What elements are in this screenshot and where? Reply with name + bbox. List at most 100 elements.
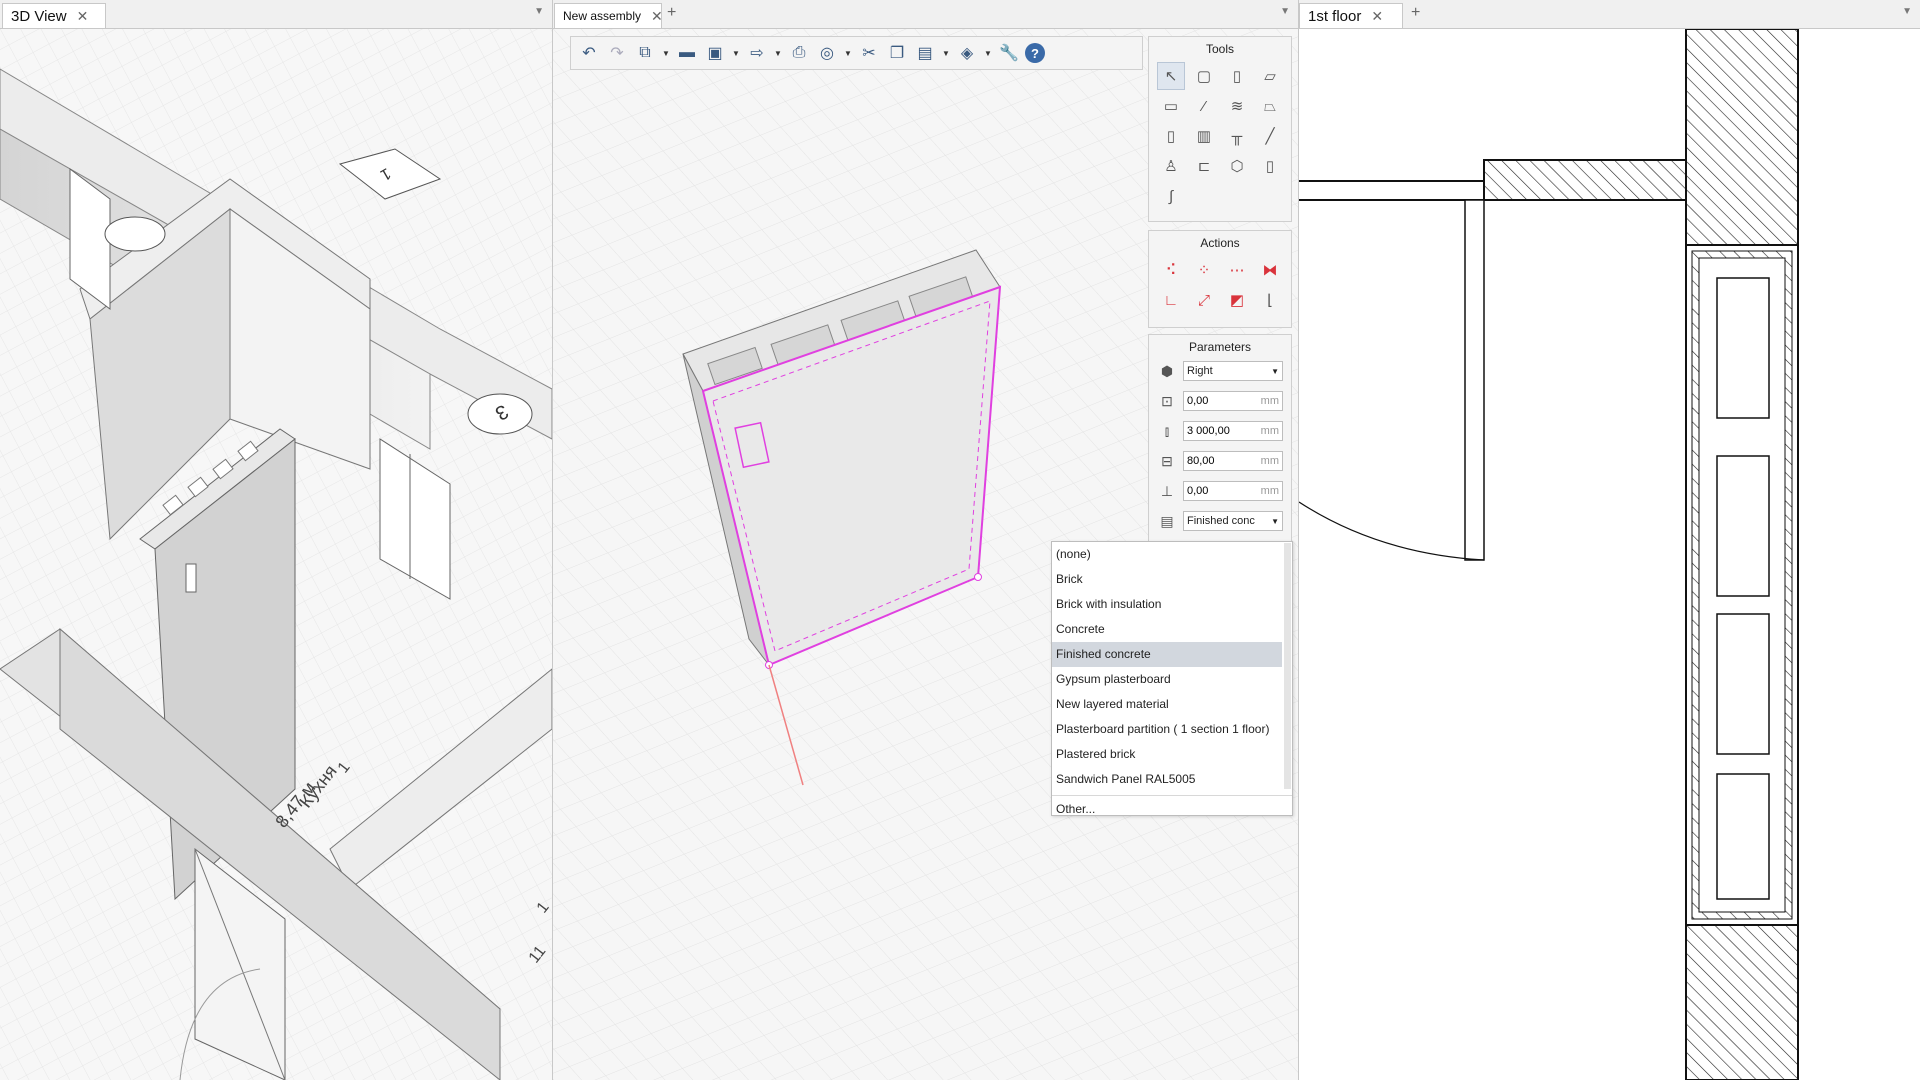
spline-icon[interactable]: ∫ xyxy=(1157,182,1185,210)
viewport-floor-plan[interactable] xyxy=(1299,28,1920,1080)
tab-3d-view-title: 3D View xyxy=(11,7,67,25)
redo-icon[interactable]: ↷ xyxy=(605,41,629,65)
material-option-brick[interactable]: Brick xyxy=(1052,567,1282,592)
elevation-field[interactable] xyxy=(1187,485,1249,497)
opening-icon[interactable]: ▯ xyxy=(1256,152,1284,180)
side-row: ⬢ Right ▼ xyxy=(1149,356,1291,386)
scale-icon[interactable]: ⤢ xyxy=(1190,286,1218,314)
wall-rect-icon[interactable]: ▢ xyxy=(1190,62,1218,90)
pane-3d-view: 3D View ✕ ▼ 1 3 1 Кухня 8,47 м 1 11 xyxy=(0,0,553,1080)
help-icon[interactable]: ? xyxy=(1025,43,1045,63)
array-icon[interactable]: ⋯ xyxy=(1223,256,1251,284)
select-pointer-icon[interactable]: ↖ xyxy=(1157,62,1185,90)
parameters-panel: Parameters ⬢ Right ▼ ⊡ mm ⫾ mm ⊟ mm ⊥ mm xyxy=(1148,334,1292,542)
material-option-other[interactable]: Other... xyxy=(1052,799,1282,819)
save-icon[interactable]: ▣ xyxy=(703,41,727,65)
chevron-down-icon[interactable]: ▼ xyxy=(534,6,544,17)
side-cube-icon: ⬢ xyxy=(1160,362,1174,379)
material-option-new-layered[interactable]: New layered material xyxy=(1052,692,1282,717)
viewport-3d[interactable]: 1 3 1 Кухня 8,47 м 1 11 xyxy=(0,29,552,1080)
render-icon[interactable]: ◎ xyxy=(815,41,839,65)
tab-new-assembly[interactable]: New assembly ✕ xyxy=(554,3,663,28)
material-option-sandwich-panel[interactable]: Sandwich Panel RAL5005 xyxy=(1052,767,1282,792)
elevation-unit: mm xyxy=(1260,485,1279,497)
roof-icon[interactable]: ⏢ xyxy=(1256,92,1284,120)
material-option-none[interactable]: (none) xyxy=(1052,542,1282,567)
offset-field-box: mm xyxy=(1183,391,1283,411)
stairs-icon[interactable]: ≋ xyxy=(1223,92,1251,120)
pane-1st-floor: 1st floor ✕ + ▼ xyxy=(1299,0,1920,1080)
export-icon[interactable]: ⇨ xyxy=(745,41,769,65)
chevron-down-icon: ▼ xyxy=(1271,366,1279,376)
tabbar-assembly: New assembly ✕ + ▼ xyxy=(553,0,1298,29)
tools-title: Tools xyxy=(1205,42,1234,56)
slab-icon[interactable]: ▱ xyxy=(1256,62,1284,90)
align-icon[interactable]: ⌊ xyxy=(1256,286,1284,314)
profile-icon[interactable]: ⊏ xyxy=(1190,152,1218,180)
copy-icon[interactable]: ❐ xyxy=(885,41,909,65)
cube-view-icon[interactable]: ⧉ xyxy=(633,41,657,65)
tab-3d-view[interactable]: 3D View ✕ xyxy=(2,3,106,28)
actions-title: Actions xyxy=(1200,236,1240,250)
side-select[interactable]: Right ▼ xyxy=(1183,361,1283,381)
undo-icon[interactable]: ↶ xyxy=(577,41,601,65)
paste-icon[interactable]: ▤ xyxy=(913,41,937,65)
thickness-field[interactable] xyxy=(1187,455,1249,467)
elevation-field-box: mm xyxy=(1183,481,1283,501)
height-row: ⫾ mm xyxy=(1149,416,1291,446)
dropdown-scrollbar[interactable] xyxy=(1284,543,1291,789)
door-icon[interactable]: ▯ xyxy=(1157,122,1185,150)
mirror-icon[interactable]: ⧓ xyxy=(1256,256,1284,284)
dropdown-divider xyxy=(1052,795,1292,796)
material-select[interactable]: Finished conc ▼ xyxy=(1183,511,1283,531)
material-option-plastered-brick[interactable]: Plastered brick xyxy=(1052,742,1282,767)
model-3d-render: 1 3 1 Кухня 8,47 м 1 11 xyxy=(0,29,552,1080)
beam-icon[interactable]: ⁄ xyxy=(1190,92,1218,120)
offset-row: ⊡ mm xyxy=(1149,386,1291,416)
height-field[interactable] xyxy=(1187,425,1249,437)
floor-icon[interactable]: ▭ xyxy=(1157,92,1185,120)
window-icon[interactable]: ▥ xyxy=(1190,122,1218,150)
elevation-row: ⊥ mm xyxy=(1149,476,1291,506)
offset-unit: mm xyxy=(1260,395,1279,407)
settings-wrench-icon[interactable]: 🔧 xyxy=(997,41,1021,65)
thickness-unit: mm xyxy=(1260,455,1279,467)
close-icon[interactable]: ✕ xyxy=(77,8,89,25)
print-icon[interactable]: ⎙ xyxy=(787,41,811,65)
close-icon[interactable]: ✕ xyxy=(651,8,663,25)
chevron-down-icon[interactable]: ▼ xyxy=(843,41,853,65)
actions-panel: Actions ⠪ ⁘ ⋯ ⧓ ∟ ⤢ ◩ ⌊ xyxy=(1148,230,1292,328)
extrude-icon[interactable]: ◩ xyxy=(1223,286,1251,314)
rotate-points-icon[interactable]: ⁘ xyxy=(1190,256,1218,284)
tab-new-assembly-title: New assembly xyxy=(563,9,642,23)
line-icon[interactable]: ╱ xyxy=(1256,122,1284,150)
material-select-value: Finished conc xyxy=(1187,515,1255,527)
chevron-down-icon[interactable]: ▼ xyxy=(773,41,783,65)
chevron-down-icon[interactable]: ▼ xyxy=(941,41,951,65)
chevron-down-icon[interactable]: ▼ xyxy=(983,41,993,65)
tab-1st-floor[interactable]: 1st floor ✕ xyxy=(1299,3,1403,28)
chevron-down-icon[interactable]: ▼ xyxy=(1902,6,1912,17)
thickness-field-box: mm xyxy=(1183,451,1283,471)
material-option-brick-insulation[interactable]: Brick with insulation xyxy=(1052,592,1282,617)
material-option-gypsum[interactable]: Gypsum plasterboard xyxy=(1052,667,1282,692)
add-tab-icon[interactable]: + xyxy=(667,4,676,22)
object-icon[interactable]: ♙ xyxy=(1157,152,1185,180)
railing-icon[interactable]: ╥ xyxy=(1223,122,1251,150)
layers-icon[interactable]: ◈ xyxy=(955,41,979,65)
add-tab-icon[interactable]: + xyxy=(1411,4,1420,22)
chevron-down-icon[interactable]: ▼ xyxy=(731,41,741,65)
material-option-plasterboard-partition[interactable]: Plasterboard partition ( 1 section 1 flo… xyxy=(1052,717,1282,742)
mesh-icon[interactable]: ⬡ xyxy=(1223,152,1251,180)
close-icon[interactable]: ✕ xyxy=(1371,8,1383,25)
move-points-icon[interactable]: ⠪ xyxy=(1157,256,1185,284)
angle-icon[interactable]: ∟ xyxy=(1157,286,1185,314)
open-folder-icon[interactable]: ▬ xyxy=(675,41,699,65)
chevron-down-icon[interactable]: ▼ xyxy=(661,41,671,65)
cut-icon[interactable]: ✂ xyxy=(857,41,881,65)
column-icon[interactable]: ▯ xyxy=(1223,62,1251,90)
material-option-concrete[interactable]: Concrete xyxy=(1052,617,1282,642)
material-option-finished-concrete[interactable]: Finished concrete xyxy=(1052,642,1282,667)
chevron-down-icon[interactable]: ▼ xyxy=(1280,6,1290,17)
offset-field[interactable] xyxy=(1187,395,1249,407)
